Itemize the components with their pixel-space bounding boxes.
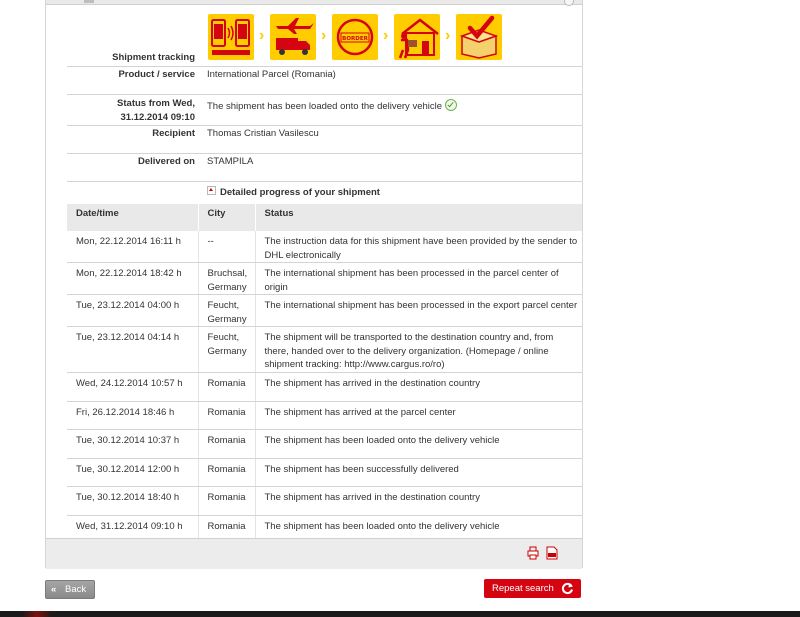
panel-collapse-icon[interactable] bbox=[564, 0, 574, 6]
row-status: The shipment has arrived at the parcel c… bbox=[255, 401, 582, 430]
repeat-search-button[interactable]: Repeat search bbox=[484, 579, 581, 598]
step-arrow-icon: › bbox=[445, 27, 451, 44]
table-row: Tue, 23.12.2014 04:14 h Feucht, Germany … bbox=[67, 326, 582, 373]
table-row: Tue, 30.12.2014 18:40 h Romania The ship… bbox=[67, 486, 582, 516]
row-datetime: Wed, 24.12.2014 10:57 h bbox=[67, 372, 199, 402]
table-row: Wed, 24.12.2014 10:57 h Romania The ship… bbox=[67, 372, 582, 402]
row-city: -- bbox=[198, 231, 256, 263]
product-value: International Parcel (Romania) bbox=[207, 69, 336, 80]
table-row: Tue, 30.12.2014 12:00 h Romania The ship… bbox=[67, 458, 582, 487]
border-sign-label: BORDER bbox=[342, 36, 368, 42]
panel-top-bar bbox=[46, 0, 582, 6]
delivered-row: Delivered on STAMPILA bbox=[67, 153, 582, 182]
row-datetime: Mon, 22.12.2014 16:11 h bbox=[67, 231, 199, 263]
product-row: Product / service International Parcel (… bbox=[67, 66, 582, 95]
step-arrow-icon: › bbox=[321, 27, 327, 44]
row-datetime: Tue, 30.12.2014 10:37 h bbox=[67, 429, 199, 459]
product-label: Product / service bbox=[118, 69, 195, 80]
step-arrow-icon: › bbox=[383, 27, 389, 44]
row-city: Bruchsal, Germany bbox=[198, 262, 256, 295]
row-status: The international shipment has been proc… bbox=[255, 262, 582, 295]
panel-header-stub bbox=[84, 0, 94, 3]
status-value: The shipment has been loaded onto the de… bbox=[207, 101, 443, 112]
recipient-label: Recipient bbox=[152, 128, 195, 139]
table-row: Tue, 30.12.2014 10:37 h Romania The ship… bbox=[67, 429, 582, 459]
column-header-datetime: Date/time bbox=[67, 204, 199, 231]
detailed-progress-label: Detailed progress of your shipment bbox=[220, 187, 380, 198]
bottom-glow bbox=[22, 611, 52, 617]
row-status: The shipment has been loaded onto the de… bbox=[255, 429, 582, 459]
recipient-value: Thomas Cristian Vasilescu bbox=[207, 128, 319, 139]
delivered-value: STAMPILA bbox=[207, 156, 254, 167]
double-chevron-left-icon: « bbox=[51, 584, 56, 595]
row-datetime: Tue, 30.12.2014 12:00 h bbox=[67, 458, 199, 487]
tracking-panel: › › BORDER › › Shipment tracking Product… bbox=[45, 0, 583, 569]
row-datetime: Tue, 23.12.2014 04:14 h bbox=[67, 326, 199, 373]
status-value-wrap: The shipment has been loaded onto the de… bbox=[207, 97, 458, 112]
detailed-progress-toggle[interactable]: Detailed progress of your shipment bbox=[207, 186, 380, 198]
table-row: Mon, 22.12.2014 16:11 h -- The instructi… bbox=[67, 231, 582, 263]
column-header-city: City bbox=[198, 204, 256, 231]
back-button[interactable]: « Back bbox=[45, 580, 95, 599]
row-status: The shipment has arrived in the destinat… bbox=[255, 372, 582, 402]
status-label: Status from Wed, 31.12.2014 09:10 bbox=[67, 97, 195, 124]
progress-table: Date/time City Status Mon, 22.12.2014 16… bbox=[67, 204, 582, 544]
window-bottom-bar bbox=[0, 611, 800, 617]
status-label-line2: 31.12.2014 09:10 bbox=[120, 111, 195, 123]
repeat-search-label: Repeat search bbox=[492, 583, 554, 594]
status-label-line1: Status from Wed, bbox=[117, 98, 195, 109]
column-header-status: Status bbox=[255, 204, 582, 231]
row-status: The shipment has been successfully deliv… bbox=[255, 458, 582, 487]
reload-icon bbox=[561, 582, 573, 595]
collapse-arrow-icon[interactable] bbox=[207, 186, 216, 195]
table-row: Tue, 23.12.2014 04:00 h Feucht, Germany … bbox=[67, 294, 582, 327]
table-row: Mon, 22.12.2014 18:42 h Bruchsal, German… bbox=[67, 262, 582, 295]
table-header-row: Date/time City Status bbox=[67, 204, 582, 231]
panel-footer bbox=[46, 538, 582, 569]
row-city: Romania bbox=[198, 458, 256, 487]
row-datetime: Tue, 30.12.2014 18:40 h bbox=[67, 486, 199, 516]
row-datetime: Fri, 26.12.2014 18:46 h bbox=[67, 401, 199, 430]
status-row: Status from Wed, 31.12.2014 09:10 The sh… bbox=[67, 94, 582, 126]
row-status: The shipment will be transported to the … bbox=[255, 326, 582, 373]
print-icon[interactable] bbox=[527, 546, 539, 560]
checkmark-icon bbox=[445, 99, 458, 111]
row-datetime: Mon, 22.12.2014 18:42 h bbox=[67, 262, 199, 295]
row-city: Romania bbox=[198, 486, 256, 516]
shipment-tracking-row: Shipment tracking bbox=[67, 48, 582, 67]
back-button-label: Back bbox=[65, 584, 87, 595]
row-city: Romania bbox=[198, 401, 256, 430]
row-city: Romania bbox=[198, 429, 256, 459]
pdf-icon[interactable] bbox=[546, 546, 558, 560]
row-status: The shipment has arrived in the destinat… bbox=[255, 486, 582, 516]
row-city: Feucht, Germany bbox=[198, 326, 256, 373]
recipient-row: Recipient Thomas Cristian Vasilescu bbox=[67, 125, 582, 154]
row-city: Romania bbox=[198, 372, 256, 402]
row-status: The instruction data for this shipment h… bbox=[255, 231, 582, 263]
shipment-tracking-label: Shipment tracking bbox=[112, 52, 195, 63]
row-status: The international shipment has been proc… bbox=[255, 294, 582, 327]
row-datetime: Tue, 23.12.2014 04:00 h bbox=[67, 294, 199, 327]
table-row: Fri, 26.12.2014 18:46 h Romania The ship… bbox=[67, 401, 582, 430]
step-arrow-icon: › bbox=[259, 27, 265, 44]
delivered-label: Delivered on bbox=[137, 156, 195, 167]
row-city: Feucht, Germany bbox=[198, 294, 256, 327]
